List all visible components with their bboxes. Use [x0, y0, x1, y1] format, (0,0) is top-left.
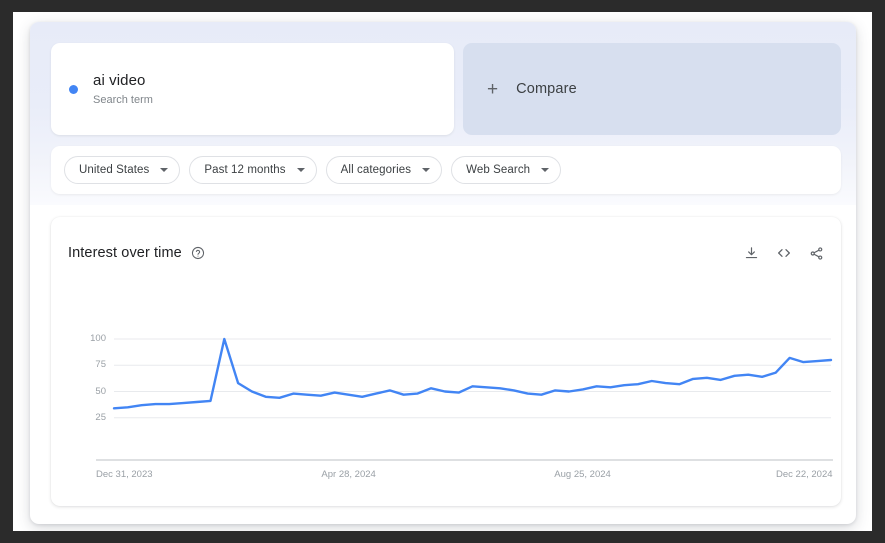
compare-label: Compare: [516, 81, 577, 97]
filter-category-label: All categories: [341, 164, 411, 176]
filters-bar: United States Past 12 months All categor…: [51, 146, 841, 194]
filter-location[interactable]: United States: [64, 156, 180, 184]
filter-location-label: United States: [79, 164, 149, 176]
series-color-dot: [69, 85, 78, 94]
x-axis-tick-label: Apr 28, 2024: [321, 469, 375, 480]
screenshot-frame: ai video Search term + Compare United St…: [0, 0, 885, 543]
x-axis-tick-label: Dec 22, 2024: [776, 469, 833, 480]
filter-category[interactable]: All categories: [326, 156, 442, 184]
y-axis-tick-label: 75: [80, 359, 106, 370]
compare-button[interactable]: + Compare: [463, 43, 841, 135]
filter-search-type-label: Web Search: [466, 164, 530, 176]
chart-svg: [51, 217, 841, 506]
chevron-down-icon: [541, 168, 549, 172]
plus-icon: +: [487, 80, 498, 99]
chevron-down-icon: [297, 168, 305, 172]
y-axis-tick-label: 25: [80, 412, 106, 423]
search-terms-row: ai video Search term + Compare: [51, 43, 841, 135]
chevron-down-icon: [160, 168, 168, 172]
browser-viewport: ai video Search term + Compare United St…: [13, 12, 872, 531]
filter-time-range[interactable]: Past 12 months: [189, 156, 316, 184]
y-axis-tick-label: 50: [80, 386, 106, 397]
filter-time-range-label: Past 12 months: [204, 164, 285, 176]
search-term-texts: ai video Search term: [93, 71, 153, 108]
search-term-card[interactable]: ai video Search term: [51, 43, 454, 135]
interest-over-time-card: Interest over time: [51, 217, 841, 506]
interest-over-time-chart[interactable]: 25 50 75 100 Dec 31, 2023 Apr 28, 2024 Aug 25,…: [51, 217, 841, 506]
trends-page-panel: ai video Search term + Compare United St…: [30, 22, 856, 524]
search-term-subtitle: Search term: [93, 92, 153, 108]
x-axis-tick-label: Dec 31, 2023: [96, 469, 153, 480]
x-axis-tick-label: Aug 25, 2024: [554, 469, 611, 480]
search-term-title: ai video: [93, 71, 153, 90]
filter-search-type[interactable]: Web Search: [451, 156, 561, 184]
series-line-ai-video: [114, 339, 831, 408]
y-axis-tick-label: 100: [80, 333, 106, 344]
chevron-down-icon: [422, 168, 430, 172]
